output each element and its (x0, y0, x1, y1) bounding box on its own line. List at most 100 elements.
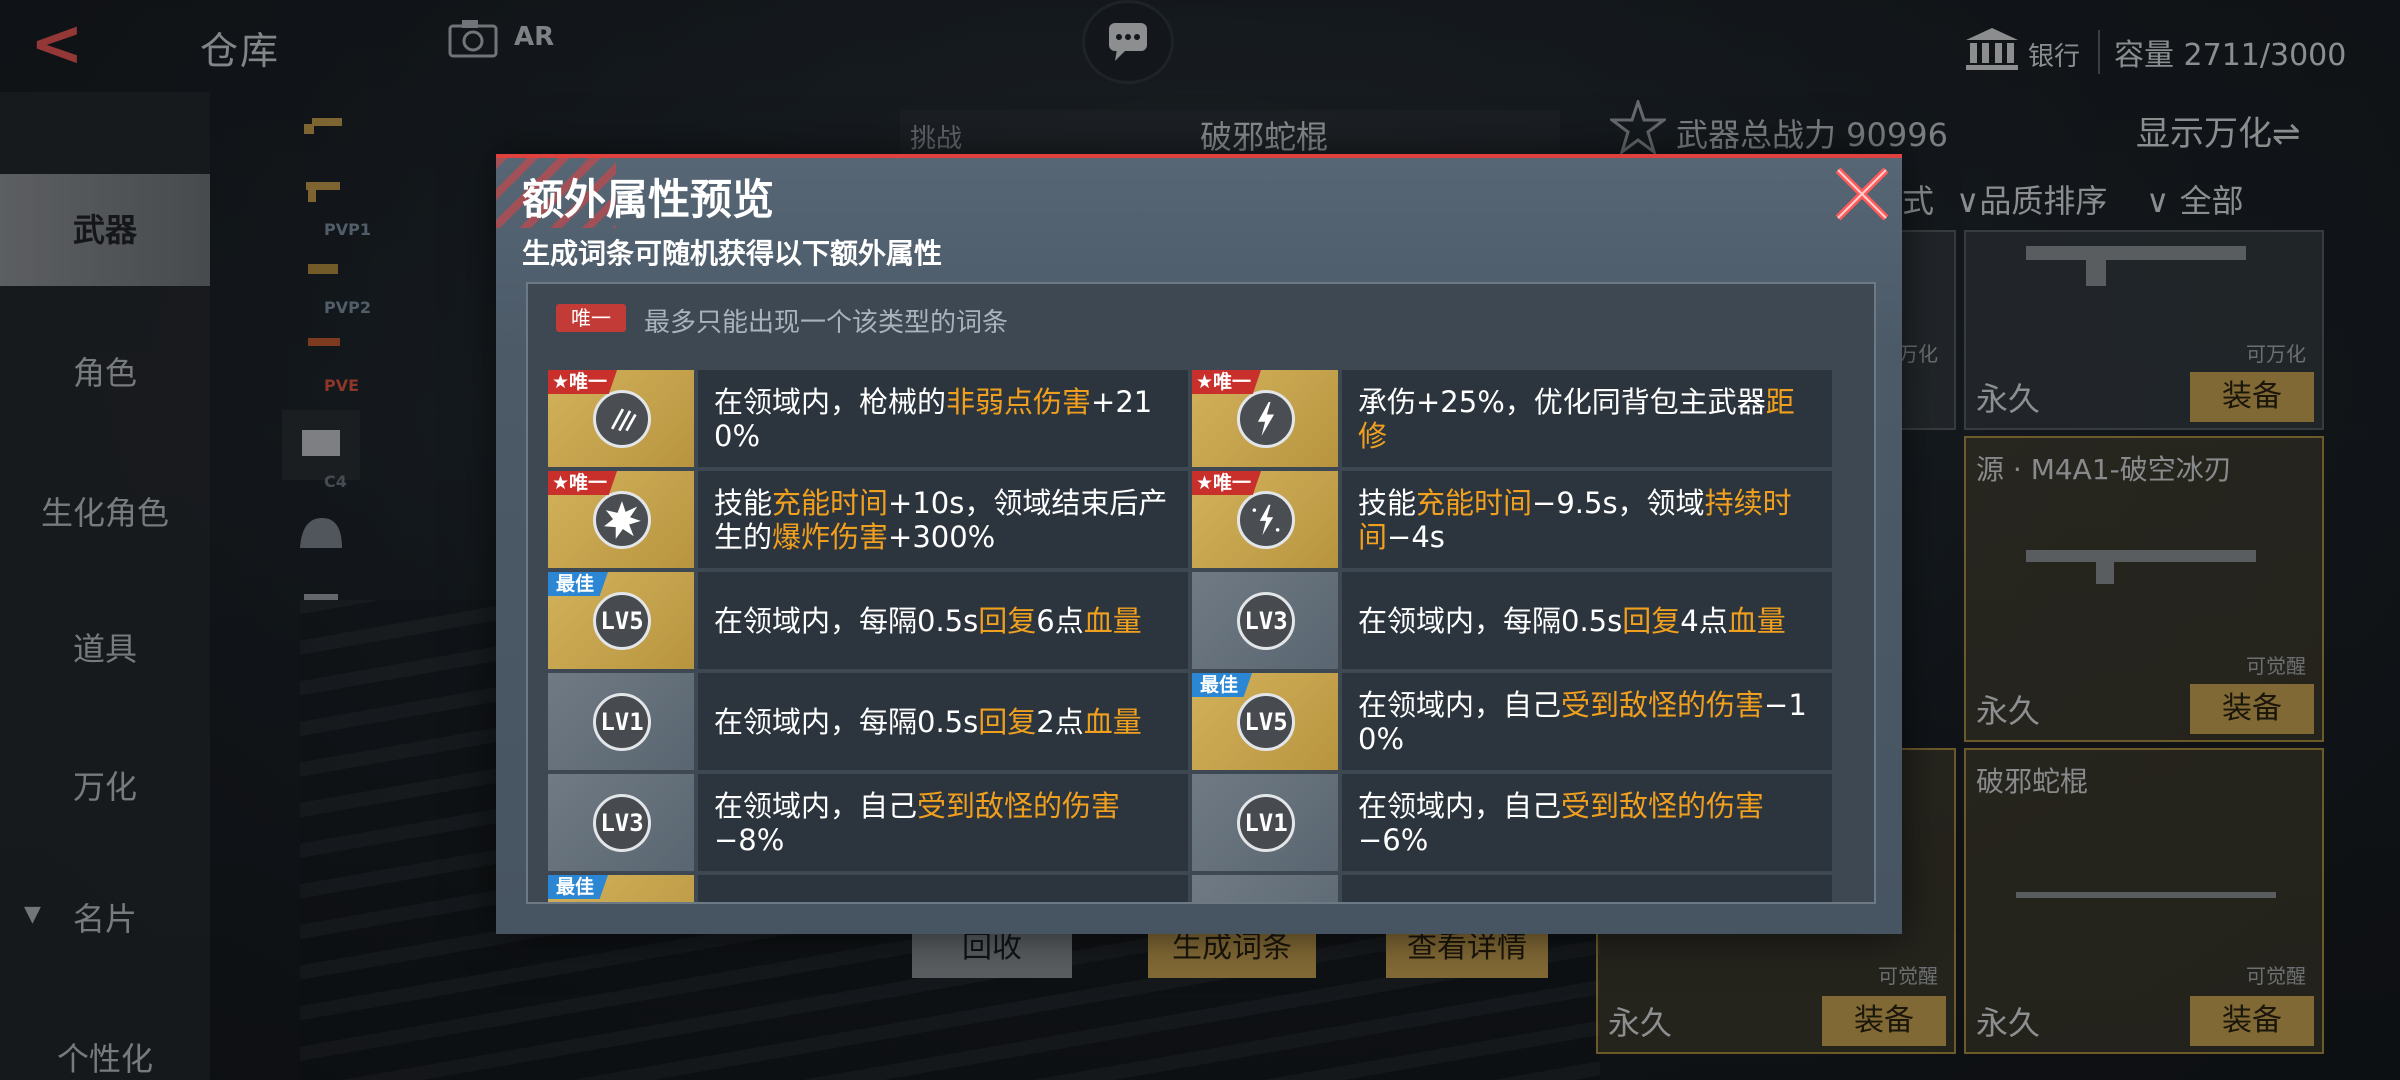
level-icon: LV1 (593, 693, 651, 751)
highlighted-term: 受到敌怪的伤害 (1561, 687, 1765, 722)
attribute-description: 技能充能时间+10s，领域结束后产生的爆炸伤害+300% (714, 486, 1176, 554)
attribute-icon-box: LV5 最佳 (1192, 673, 1338, 770)
lightning-sparkle-icon (1237, 491, 1295, 549)
level-icon: LV3 (593, 794, 651, 852)
attribute-entry: LV5 最佳 在领域内，自己受到敌怪的伤害−10% (1192, 673, 1832, 770)
attribute-icon-box: ★唯一 (1192, 370, 1338, 467)
attribute-text-box (1342, 875, 1832, 902)
description-text: −9.5s，领域 (1532, 485, 1705, 520)
dialog-title: 额外属性预览 (522, 175, 775, 224)
attribute-icon-box: LV3 (1192, 572, 1338, 669)
attribute-entry (1192, 875, 1832, 902)
description-text: −6% (1358, 822, 1429, 857)
attribute-list[interactable]: ★唯一 在领域内，枪械的非弱点伤害+210% ★唯一 承伤+25%，优化同背包主武器距… (548, 370, 1854, 902)
description-text: 2点 (1036, 704, 1084, 739)
attribute-text-box: 在领域内，每隔0.5s回复4点血量 (1342, 572, 1832, 669)
attribute-text-box: 在领域内，自己受到敌怪的伤害 −8% (698, 774, 1188, 871)
attribute-icon-box: ★唯一 (1192, 471, 1338, 568)
level-icon: LV5 (1237, 693, 1295, 751)
unique-badge: ★唯一 (548, 471, 618, 495)
attribute-description: 技能充能时间−9.5s，领域持续时间−4s (1358, 486, 1820, 554)
unique-badge: ★唯一 (1192, 370, 1262, 394)
explosion-icon (593, 491, 651, 549)
attribute-icon-box: ★唯一 (548, 471, 694, 568)
attribute-entry: ★唯一技能充能时间−9.5s，领域持续时间−4s (1192, 471, 1832, 568)
highlighted-term: 回复 (978, 704, 1037, 739)
attribute-text-box: 在领域内，自己受到敌怪的伤害−10% (1342, 673, 1832, 770)
highlighted-term: 血量 (1727, 603, 1786, 638)
attribute-description: 在领域内，自己受到敌怪的伤害 −8% (714, 789, 1176, 857)
attribute-description: 在领域内，每隔0.5s回复4点血量 (1358, 604, 1820, 638)
bullets-icon (593, 390, 651, 448)
attribute-text-box: 技能充能时间+10s，领域结束后产生的爆炸伤害+300% (698, 471, 1188, 568)
description-text: 技能 (714, 485, 773, 520)
description-text: 4点 (1680, 603, 1728, 638)
description-text: 承伤+25%，优化同背包主武器 (1358, 384, 1766, 419)
attribute-entry: ★唯一承伤+25%，优化同背包主武器距修 (1192, 370, 1832, 467)
attribute-text-box: 在领域内，枪械的非弱点伤害+210% (698, 370, 1188, 467)
best-badge: 最佳 (548, 875, 609, 899)
description-text: 在领域内，每隔0.5s (1358, 603, 1623, 638)
attribute-entry: LV3 在领域内，每隔0.5s回复4点血量 (1192, 572, 1832, 669)
description-text: −8% (714, 822, 785, 857)
attribute-row: 最佳 (548, 875, 1854, 902)
attribute-icon-box: LV1 (1192, 774, 1338, 871)
attribute-entry: LV1 在领域内，每隔0.5s回复2点血量 (548, 673, 1188, 770)
description-text: 在领域内，每隔0.5s (714, 603, 979, 638)
highlighted-term: 充能时间 (772, 485, 889, 520)
highlighted-term: 充能时间 (1416, 485, 1533, 520)
attribute-entry: LV5 最佳 在领域内，每隔0.5s回复6点血量 (548, 572, 1188, 669)
unique-legend-text: 最多只能出现一个该类型的词条 (644, 308, 1009, 338)
description-text: +300% (888, 519, 996, 554)
description-text: 技能 (1358, 485, 1417, 520)
attribute-entry: 最佳 (548, 875, 1188, 902)
attribute-description: 在领域内，自己受到敌怪的伤害 −6% (1358, 789, 1820, 857)
highlighted-term: 血量 (1083, 603, 1142, 638)
attribute-description: 在领域内，自己受到敌怪的伤害−10% (1358, 688, 1820, 756)
attribute-icon-box (1192, 875, 1338, 902)
description-text: 在领域内，自己 (1358, 788, 1562, 823)
attribute-row: ★唯一 在领域内，枪械的非弱点伤害+210% ★唯一 承伤+25%，优化同背包主武器距… (548, 370, 1854, 467)
unique-badge: ★唯一 (548, 370, 618, 394)
description-text: 在领域内，每隔0.5s (714, 704, 979, 739)
attribute-icon-box: LV3 (548, 774, 694, 871)
highlighted-term: 回复 (978, 603, 1037, 638)
highlighted-term: 回复 (1622, 603, 1681, 638)
attribute-row: LV3 在领域内，自己受到敌怪的伤害−8% LV1 在领域内，自己受到敌怪的伤害−6% (548, 774, 1854, 871)
attribute-icon-box: ★唯一 (548, 370, 694, 467)
description-text: 在领域内，枪械的 (714, 384, 947, 419)
lightning-icon (1237, 390, 1295, 448)
level-icon: LV5 (593, 592, 651, 650)
highlighted-term: 受到敌怪的伤害 (917, 788, 1121, 823)
attribute-entry: LV3 在领域内，自己受到敌怪的伤害 −8% (548, 774, 1188, 871)
attribute-description: 承伤+25%，优化同背包主武器距修 (1358, 385, 1820, 453)
attribute-text-box: 在领域内，自己受到敌怪的伤害 −6% (1342, 774, 1832, 871)
level-icon: LV1 (1237, 794, 1295, 852)
attribute-icon-box: 最佳 (548, 875, 694, 902)
attribute-text-box (698, 875, 1188, 902)
extra-attribute-preview-dialog: 额外属性预览 生成词条可随机获得以下额外属性 唯一 最多只能出现一个该类型的词条… (496, 154, 1902, 934)
dialog-subtitle: 生成词条可随机获得以下额外属性 (522, 237, 943, 270)
close-icon[interactable] (1826, 158, 1898, 230)
attribute-panel: 唯一 最多只能出现一个该类型的词条 ★唯一 在领域内，枪械的非弱点伤害+210% ★… (526, 282, 1876, 904)
highlighted-term: 非弱点伤害 (946, 384, 1092, 419)
unique-legend-badge: 唯一 (556, 304, 626, 332)
description-text: −4s (1387, 519, 1445, 554)
attribute-text-box: 在领域内，每隔0.5s回复2点血量 (698, 673, 1188, 770)
best-badge: 最佳 (1192, 673, 1253, 697)
attribute-text-box: 承伤+25%，优化同背包主武器距修 (1342, 370, 1832, 467)
best-badge: 最佳 (548, 572, 609, 596)
unique-badge: ★唯一 (1192, 471, 1262, 495)
attribute-entry: LV1 在领域内，自己受到敌怪的伤害 −6% (1192, 774, 1832, 871)
attribute-entry: ★唯一技能充能时间+10s，领域结束后产生的爆炸伤害+300% (548, 471, 1188, 568)
highlighted-term: 血量 (1083, 704, 1142, 739)
highlighted-term: 受到敌怪的伤害 (1561, 788, 1765, 823)
level-icon: LV3 (1237, 592, 1295, 650)
attribute-description: 在领域内，每隔0.5s回复6点血量 (714, 604, 1176, 638)
attribute-icon-box: LV5 最佳 (548, 572, 694, 669)
attribute-entry: ★唯一 在领域内，枪械的非弱点伤害+210% (548, 370, 1188, 467)
description-text: 6点 (1036, 603, 1084, 638)
attribute-description: 在领域内，每隔0.5s回复2点血量 (714, 705, 1176, 739)
attribute-row: LV5 最佳 在领域内，每隔0.5s回复6点血量 LV3 在领域内，每隔0.5s回复4点… (548, 572, 1854, 669)
attribute-row: ★唯一 技能充能时间+10s，领域结束后产生的爆炸伤害+300% ★唯一 技能充能时间… (548, 471, 1854, 568)
